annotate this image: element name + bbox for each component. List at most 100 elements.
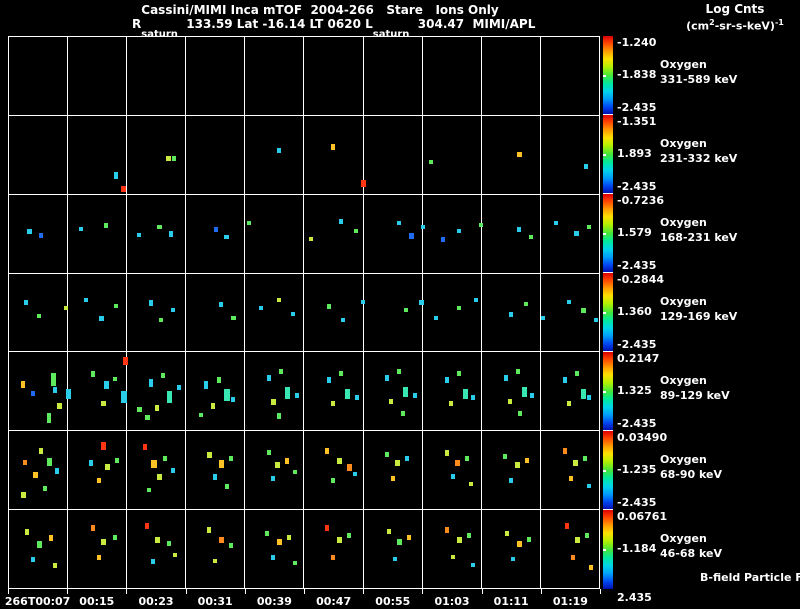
- data-point: [419, 300, 424, 305]
- data-point: [397, 221, 401, 225]
- data-point: [49, 535, 53, 541]
- colorbar-scale-mid: 1.360: [617, 305, 652, 318]
- data-point: [581, 389, 586, 399]
- data-point: [575, 371, 579, 376]
- data-point: [157, 474, 162, 480]
- data-point: [199, 413, 203, 417]
- data-point: [574, 231, 579, 236]
- data-point: [91, 371, 95, 377]
- energy-range: 168-231 keV: [660, 231, 738, 244]
- data-point: [361, 300, 365, 304]
- data-point: [247, 221, 251, 225]
- data-point: [525, 458, 529, 463]
- data-point: [43, 486, 47, 491]
- data-point: [457, 371, 461, 376]
- data-point: [517, 541, 522, 547]
- data-point: [589, 565, 593, 570]
- data-point: [155, 537, 160, 543]
- data-point: [159, 318, 163, 322]
- r-label: R: [132, 17, 142, 31]
- data-point: [285, 387, 290, 399]
- colorbar-scale-mid: -1.838: [617, 68, 657, 81]
- data-point: [524, 302, 528, 306]
- data-point: [271, 476, 275, 481]
- units-open: (cm: [686, 19, 710, 33]
- data-point: [471, 563, 475, 567]
- energy-range: 129-169 keV: [660, 310, 738, 323]
- data-point: [173, 553, 177, 557]
- data-point: [571, 555, 575, 560]
- data-point: [325, 448, 329, 454]
- data-point: [508, 399, 512, 404]
- data-point: [114, 304, 118, 308]
- data-point: [594, 318, 598, 322]
- data-point: [204, 381, 208, 389]
- data-point: [451, 474, 455, 479]
- data-point: [569, 476, 573, 481]
- energy-range: 46-68 keV: [660, 547, 723, 560]
- data-point: [64, 306, 68, 310]
- data-point: [309, 237, 313, 241]
- units-sup-inv: -1: [774, 18, 784, 27]
- data-point: [331, 555, 335, 560]
- data-point: [157, 225, 162, 229]
- energy-range: 331-589 keV: [660, 73, 738, 86]
- data-point: [275, 462, 280, 468]
- data-point: [395, 460, 400, 466]
- data-point: [385, 452, 389, 457]
- data-point: [327, 377, 331, 383]
- energy-species: Oxygen: [660, 453, 707, 466]
- data-point: [345, 389, 350, 399]
- data-point: [267, 450, 271, 455]
- colorbar-scale-mid: -1.235: [617, 463, 657, 476]
- data-point: [147, 488, 151, 492]
- panel-grid: [8, 36, 600, 589]
- x-axis-tick: [67, 589, 69, 594]
- data-point: [21, 492, 26, 498]
- data-point: [219, 537, 224, 543]
- colorbar-scale-mid: -1.184: [617, 542, 657, 555]
- data-point: [409, 233, 414, 239]
- data-point: [169, 231, 173, 237]
- data-point: [149, 300, 153, 306]
- colorbar-scale-top: 0.03490: [617, 431, 668, 444]
- colorbar-units-line1: Log Cnts: [705, 2, 765, 16]
- data-point: [224, 389, 230, 401]
- data-point: [271, 399, 276, 405]
- data-point: [167, 391, 172, 403]
- data-point: [31, 557, 35, 562]
- data-point: [455, 460, 460, 466]
- data-point: [465, 456, 469, 461]
- data-point: [267, 375, 271, 381]
- colorbar-rail: [603, 36, 613, 589]
- data-point: [527, 537, 531, 542]
- data-point: [441, 237, 445, 242]
- data-point: [37, 314, 41, 318]
- data-point: [172, 156, 176, 161]
- data-point: [101, 539, 106, 545]
- plot-title: Cassini/MIMI Inca mTOF 2004-266 Stare Io…: [141, 3, 499, 17]
- data-point: [404, 308, 408, 312]
- data-point: [231, 397, 235, 402]
- x-axis-tick: [422, 589, 424, 594]
- data-point: [285, 458, 289, 464]
- colorbar-mid-tick: [603, 549, 606, 551]
- data-points-layer: [9, 37, 599, 588]
- data-point: [104, 381, 109, 389]
- plot-subtitle: Rsaturn 133.59 Lat -16.14 LT 0620 Lsatur…: [132, 17, 535, 40]
- energy-species: Oxygen: [660, 532, 707, 545]
- data-point: [114, 172, 118, 179]
- data-point: [113, 377, 117, 381]
- data-point: [121, 391, 127, 403]
- data-point: [166, 156, 171, 161]
- energy-species: Oxygen: [660, 137, 707, 150]
- colorbar-scale-bottom: -2.435: [617, 338, 657, 351]
- l-subscript: saturn: [372, 29, 410, 40]
- data-point: [385, 375, 389, 381]
- data-point: [445, 527, 449, 533]
- data-point: [145, 415, 150, 420]
- energy-band-label: Oxygen 46-68 keV: [660, 531, 722, 561]
- data-point: [295, 393, 299, 398]
- r-subscript: saturn: [141, 29, 178, 40]
- data-point: [403, 387, 408, 397]
